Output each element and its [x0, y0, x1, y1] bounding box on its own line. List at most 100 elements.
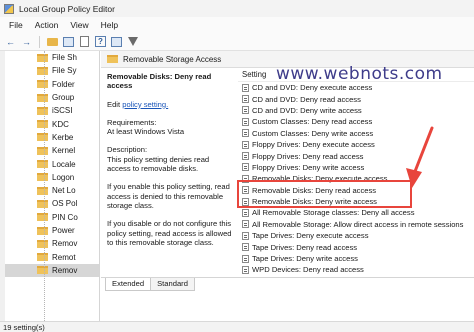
- policy-setting-icon: [242, 186, 249, 195]
- policy-setting-icon: [242, 95, 249, 104]
- tree-item[interactable]: Power: [0, 224, 99, 237]
- policy-setting-icon: [242, 254, 249, 263]
- setting-row[interactable]: CD and DVD: Deny write access: [238, 105, 474, 116]
- show-hide-tree-icon[interactable]: [62, 35, 75, 48]
- tree-item[interactable]: OS Pol: [0, 197, 99, 210]
- tab-standard[interactable]: Standard: [150, 278, 195, 291]
- setting-row[interactable]: Removable Disks: Deny write access: [238, 196, 474, 207]
- folder-icon: [37, 266, 48, 275]
- tree-item-label: File Sy: [52, 66, 77, 76]
- edit-prefix: Edit: [107, 99, 121, 109]
- tree-item-label: OS Pol: [52, 199, 78, 209]
- tree-item[interactable]: iSCSI: [0, 104, 99, 117]
- setting-row[interactable]: Floppy Drives: Deny execute access: [238, 139, 474, 150]
- menu-file[interactable]: File: [3, 20, 29, 30]
- tree-item-label: Kerbe: [52, 132, 74, 142]
- tree-item-label: Kernel: [52, 146, 76, 156]
- tree-item-label: iSCSI: [52, 106, 73, 116]
- policy-setting-icon: [242, 163, 249, 172]
- properties-icon[interactable]: [78, 35, 91, 48]
- tree-item[interactable]: Remov: [0, 263, 99, 278]
- setting-label: All Removable Storage: Allow direct acce…: [252, 219, 464, 229]
- tree-item[interactable]: Kernel: [0, 144, 99, 157]
- setting-row[interactable]: All Removable Storage classes: Deny all …: [238, 207, 474, 218]
- menu-help[interactable]: Help: [95, 20, 124, 30]
- edit-line: Edit policy setting.: [107, 100, 233, 109]
- tree-item-label: Power: [52, 226, 75, 235]
- setting-row[interactable]: WPD Devices: Deny read access: [238, 264, 474, 275]
- tree-scrollbar[interactable]: [0, 51, 5, 321]
- tree-item[interactable]: Locale: [0, 157, 99, 170]
- policy-setting-icon: [242, 265, 249, 274]
- setting-label: Custom Classes: Deny read access: [252, 117, 373, 127]
- setting-row[interactable]: All Removable Storage: Allow direct acce…: [238, 219, 474, 230]
- setting-row[interactable]: Tape Drives: Deny execute access: [238, 230, 474, 241]
- settings-list: Setting CD and DVD: Deny execute access C…: [238, 68, 474, 292]
- description-label: Description:: [107, 145, 148, 155]
- tree-item-label: KDC: [52, 119, 69, 129]
- setting-label: Floppy Drives: Deny execute access: [252, 140, 375, 150]
- setting-label: Tape Drives: Deny execute access: [252, 231, 369, 241]
- menu-action[interactable]: Action: [29, 20, 65, 30]
- setting-row[interactable]: Tape Drives: Deny write access: [238, 253, 474, 264]
- tree-item[interactable]: Logon: [0, 171, 99, 184]
- policy-setting-icon: [242, 140, 249, 149]
- tree-item-label: Logon: [52, 172, 75, 182]
- folder-icon: [37, 106, 48, 115]
- tab-extended[interactable]: Extended: [105, 278, 152, 291]
- watermark-text: www.webnots.com: [276, 64, 443, 84]
- tree-item[interactable]: File Sy: [0, 64, 99, 77]
- tree-item[interactable]: PIN Co: [0, 211, 99, 224]
- policy-setting-icon: [242, 106, 249, 115]
- setting-row[interactable]: Custom Classes: Deny read access: [238, 116, 474, 127]
- toolbar: ← → ?: [0, 33, 474, 51]
- policy-setting-icon: [242, 220, 249, 229]
- back-arrow-icon[interactable]: ←: [4, 35, 17, 48]
- status-bar: 19 setting(s): [0, 321, 474, 332]
- tree-item[interactable]: Group: [0, 91, 99, 104]
- tree-item-label: Remov: [52, 239, 78, 249]
- tree-item-label: Remot: [52, 252, 76, 262]
- up-folder-icon[interactable]: [46, 35, 59, 48]
- setting-label: All Removable Storage classes: Deny all …: [252, 208, 415, 218]
- edit-policy-link[interactable]: policy setting.: [122, 100, 168, 109]
- folder-icon: [37, 213, 48, 222]
- folder-icon: [37, 133, 48, 142]
- tree-item[interactable]: Remov: [0, 237, 99, 250]
- folder-icon: [107, 55, 118, 63]
- tree-item[interactable]: Net Lo: [0, 184, 99, 197]
- filter-icon[interactable]: [126, 35, 139, 48]
- folder-icon: [37, 199, 48, 208]
- policy-setting-icon: [242, 231, 249, 240]
- folder-icon: [37, 173, 48, 182]
- tree-item-label: Locale: [52, 159, 76, 169]
- tree-item[interactable]: File Sh: [0, 51, 99, 64]
- menu-view[interactable]: View: [64, 20, 94, 30]
- help-icon[interactable]: ?: [94, 35, 107, 48]
- setting-row[interactable]: CD and DVD: Deny read access: [238, 93, 474, 104]
- content-header-title: Removable Storage Access: [123, 54, 222, 64]
- policy-setting-icon: [242, 174, 249, 183]
- setting-row[interactable]: Removable Disks: Deny read access: [238, 185, 474, 196]
- tree-item[interactable]: Folder: [0, 78, 99, 91]
- setting-label: Tape Drives: Deny write access: [252, 254, 358, 264]
- setting-row[interactable]: Custom Classes: Deny write access: [238, 128, 474, 139]
- folder-icon: [37, 146, 48, 155]
- setting-row[interactable]: Removable Disks: Deny execute access: [238, 173, 474, 184]
- tree-item[interactable]: Kerbe: [0, 131, 99, 144]
- setting-label: Removable Disks: Deny write access: [252, 197, 377, 207]
- policy-setting-icon: [242, 83, 249, 92]
- tree-item[interactable]: Remot: [0, 250, 99, 263]
- setting-label: Removable Disks: Deny read access: [252, 185, 377, 195]
- setting-row[interactable]: Floppy Drives: Deny write access: [238, 162, 474, 173]
- forward-arrow-icon[interactable]: →: [20, 35, 33, 48]
- setting-row[interactable]: Floppy Drives: Deny read access: [238, 150, 474, 161]
- enable-text: If you enable this policy setting, read …: [107, 182, 230, 210]
- setting-row[interactable]: Tape Drives: Deny read access: [238, 241, 474, 252]
- policy-setting-icon: [242, 243, 249, 252]
- tree-item[interactable]: KDC: [0, 117, 99, 130]
- description-text: This policy setting denies read access t…: [107, 154, 210, 174]
- folder-icon: [37, 120, 48, 129]
- toolbar-separator: [39, 35, 40, 48]
- console-icon[interactable]: [110, 35, 123, 48]
